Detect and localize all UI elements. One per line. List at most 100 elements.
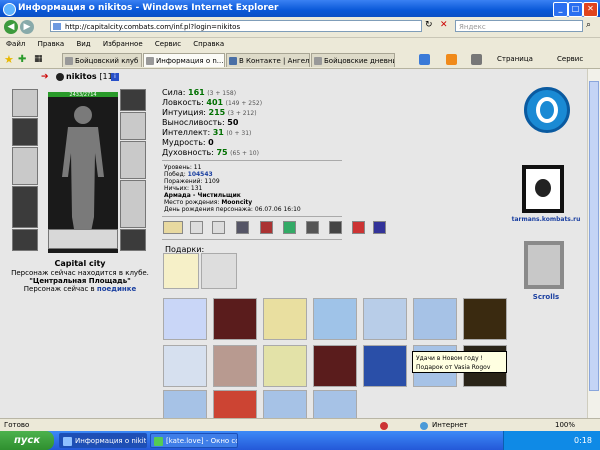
menu-tools[interactable]: Сервис [155,40,181,48]
add-favorite-icon[interactable]: ✚ [18,54,26,65]
address-input[interactable]: http://capitalcity.combats.com/inf.pl?lo… [50,20,422,32]
maximize-button[interactable]: □ [568,2,583,17]
badge-red[interactable] [260,221,273,234]
boots-slot[interactable] [120,229,146,251]
tarmans-emblem-icon[interactable] [522,165,564,213]
tab-club[interactable]: Бойцовский клуб [62,53,142,67]
badge-blue[interactable] [373,221,386,234]
tab-diaries[interactable]: Бойцовские дневни... [311,53,395,67]
tab-favicon [229,57,237,65]
armor-slot[interactable] [12,186,38,228]
badge-green[interactable] [283,221,296,234]
tab-favicon [65,57,73,65]
info-birthday: День рождения персонажа: 06.07.06 16:10 [164,206,301,213]
gift-item[interactable] [213,298,257,340]
battle-status: Персонаж сейчас в поединке [23,285,137,293]
close-button[interactable]: ✕ [583,2,598,17]
badge-dark[interactable] [329,221,342,234]
minimize-button[interactable]: _ [553,2,568,17]
badge-star[interactable] [352,221,365,234]
scrolls-emblem-icon[interactable] [524,241,564,289]
tab-favicon [146,57,154,65]
gift-item[interactable] [413,298,457,340]
home-icon[interactable] [419,54,430,65]
popup-blocked-icon[interactable] [380,422,388,430]
earring-slot[interactable] [120,89,146,111]
gift-item[interactable] [213,345,257,387]
internet-zone-icon [420,422,428,430]
stop-icon[interactable]: ✕ [440,20,448,30]
badge-swords[interactable] [190,221,203,234]
legs-slot[interactable] [120,180,146,228]
necklace-slot[interactable] [12,118,38,146]
menu-help[interactable]: Справка [193,40,224,48]
page-scrollbar[interactable] [587,69,600,418]
clan-icon [56,73,64,81]
clock[interactable]: 0:18 [574,431,592,450]
tab-vkontakte[interactable]: В Контакте | Ангел... [226,53,310,67]
tab-info[interactable]: Информация о n... [143,53,225,67]
forward-icon[interactable]: ▶ [20,20,34,34]
gift-item[interactable] [213,390,257,418]
gift-item[interactable] [363,345,407,387]
search-icon[interactable]: ⌕ [586,20,591,30]
battle-link[interactable]: поединке [97,285,136,293]
gift-item[interactable] [163,298,207,340]
belt-slot[interactable] [12,229,38,251]
menu-view[interactable]: Вид [76,40,90,48]
feeds-icon[interactable] [446,54,457,65]
badge-gray[interactable] [306,221,319,234]
weapon-slot[interactable] [12,147,38,185]
title-bar: Информация о nikitos - Windows Internet … [0,0,600,17]
character-name[interactable]: nikitos [11] [66,72,116,81]
gift-item[interactable] [163,345,207,387]
status-bar: Готово Интернет 100% [0,418,600,432]
gift-item[interactable] [263,345,307,387]
stat-intellect: Интеллект: 31 (0 + 31) [162,128,252,137]
stat-agility: Ловкость: 401 (149 + 252) [162,98,263,107]
badge-scroll[interactable] [163,221,183,234]
menu-file[interactable]: Файл [6,40,25,48]
gift-bell-icon[interactable] [163,253,199,289]
info-icon[interactable]: i [111,73,119,81]
refresh-icon[interactable]: ↻ [425,20,433,30]
gift-item[interactable] [163,390,207,418]
tools-menu-button[interactable]: Сервис [557,55,583,63]
helmet-slot[interactable] [12,89,38,117]
city-name: Capital city [54,259,106,268]
back-icon[interactable]: ◀ [4,20,18,34]
stat-endurance: Выносливость: 50 [162,118,239,127]
gift-item[interactable] [313,390,357,418]
info-level: Уровень: 11 [164,164,202,171]
print-icon[interactable] [471,54,482,65]
gift-item[interactable] [263,390,307,418]
gift-item[interactable] [463,298,507,340]
taskbar-ie-window[interactable]: Информация о nikito... [59,433,147,448]
rings-slot[interactable] [120,112,146,140]
taskbar: пуск Информация о nikito... [kate.love] … [0,431,600,450]
start-button[interactable]: пуск [0,431,54,450]
gift-item[interactable] [313,345,357,387]
tarmans-link[interactable]: tarmans.kombats.ru [508,216,584,223]
gift-tooltip: Удачи в Новом году ! Подарок от Vasia Ro… [412,351,507,373]
gift-statue-icon[interactable] [201,253,237,289]
gift-item[interactable] [263,298,307,340]
emblem-slot [48,229,118,249]
favorites-star-icon[interactable]: ★ [4,53,14,66]
club-logo-icon[interactable] [524,87,570,133]
ie-icon [3,3,16,16]
search-input[interactable]: Яндекс [455,20,583,32]
tab-list-icon[interactable]: ▦ [34,54,43,64]
ie-task-icon [63,437,72,446]
gift-item[interactable] [363,298,407,340]
badge-knight[interactable] [236,221,249,234]
badge-shield[interactable] [212,221,225,234]
scrolls-link[interactable]: Scrolls [508,293,584,301]
gift-item[interactable] [313,298,357,340]
taskbar-chat-window[interactable]: [kate.love] - Окно со... [150,433,238,448]
menu-favorites[interactable]: Избранное [103,40,143,48]
gloves-slot[interactable] [120,141,146,179]
menu-edit[interactable]: Правка [38,40,65,48]
page-menu-button[interactable]: Страница [497,55,533,63]
scrollbar-thumb[interactable] [589,81,599,391]
